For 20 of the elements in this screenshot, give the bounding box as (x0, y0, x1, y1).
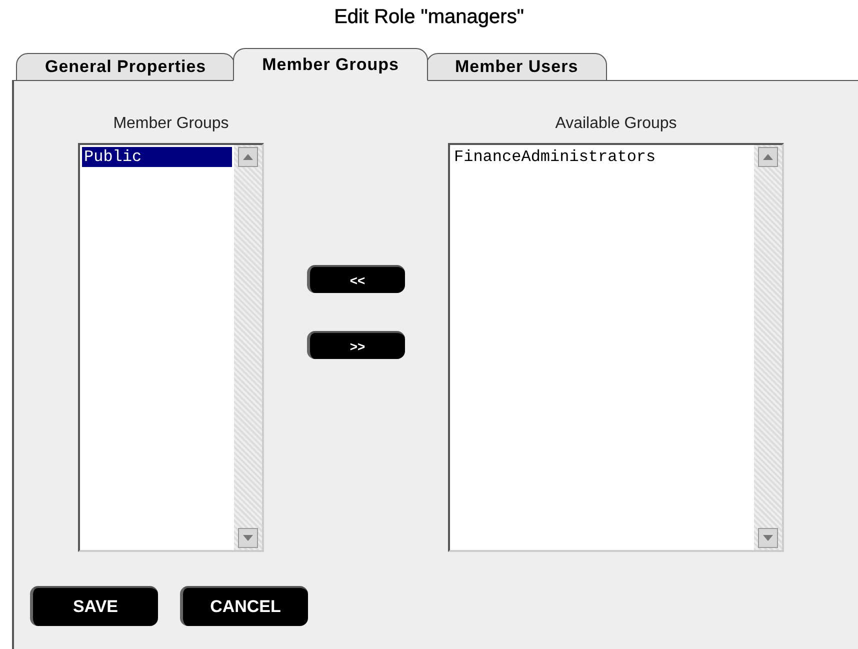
tab[interactable]: General Properties (16, 53, 236, 81)
tab[interactable]: Member Users (426, 53, 608, 81)
move-button[interactable]: << (307, 265, 405, 293)
scrollbar[interactable] (234, 145, 262, 550)
list-item[interactable]: Public (82, 147, 232, 167)
scroll-up-icon[interactable] (758, 147, 778, 167)
form-button[interactable]: SAVE (30, 586, 158, 626)
scroll-down-icon[interactable] (238, 528, 258, 548)
form-button[interactable]: CANCEL (180, 586, 308, 626)
scrollbar[interactable] (754, 145, 782, 550)
list-box[interactable]: Public (78, 143, 264, 552)
list-label: Available Groups (555, 115, 677, 133)
tab[interactable]: Member Groups (233, 48, 428, 81)
scroll-down-icon[interactable] (758, 528, 778, 548)
move-button[interactable]: >> (307, 331, 405, 359)
list-box[interactable]: FinanceAdministrators (448, 143, 784, 552)
list-item[interactable]: FinanceAdministrators (452, 147, 752, 167)
page-title: Edit Role "managers" (333, 6, 525, 30)
scroll-up-icon[interactable] (238, 147, 258, 167)
list-label: Member Groups (113, 115, 229, 133)
